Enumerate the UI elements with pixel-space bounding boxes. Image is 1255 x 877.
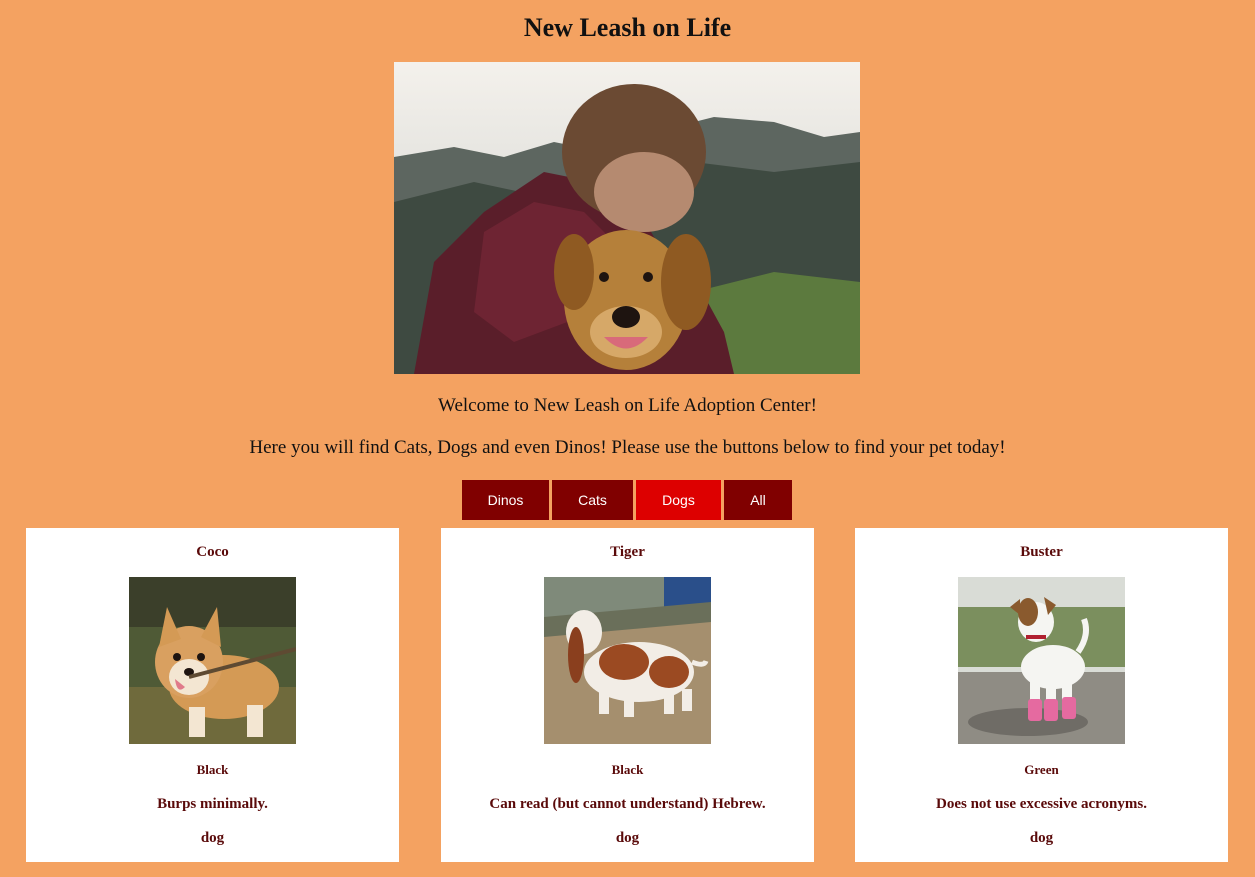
filter-all-button[interactable]: All <box>724 480 792 520</box>
pet-photo <box>958 577 1125 744</box>
pet-type: dog <box>200 830 225 846</box>
filter-dinos-button[interactable]: Dinos <box>462 480 549 520</box>
pet-photo <box>129 577 296 744</box>
pet-card[interactable]: Coco Black Burps minimally. dog <box>26 528 399 862</box>
hero-image <box>394 62 860 374</box>
pet-color: Black <box>196 762 229 777</box>
pet-name: Coco <box>196 544 229 560</box>
filter-cats-button[interactable]: Cats <box>552 480 633 520</box>
page-title: New Leash on Life <box>523 13 732 42</box>
filter-dogs-button[interactable]: Dogs <box>636 480 721 520</box>
filter-bar: Dinos Cats Dogs All <box>462 480 792 520</box>
welcome-text: Welcome to New Leash on Life Adoption Ce… <box>438 395 817 416</box>
pet-type: dog <box>615 830 640 846</box>
pet-description: Can read (but cannot understand) Hebrew. <box>489 796 766 812</box>
pet-description: Burps minimally. <box>157 796 268 812</box>
pet-name: Buster <box>1020 544 1063 560</box>
pet-card-list: Coco Black Burps minimally. dog Tiger Bl… <box>26 528 1228 862</box>
pet-type: dog <box>1029 830 1054 846</box>
pet-color: Black <box>611 762 644 777</box>
pet-card[interactable]: Buster Green Does not use excessive acro… <box>855 528 1228 862</box>
tagline-text: Here you will find Cats, Dogs and even D… <box>249 437 1006 458</box>
pet-name: Tiger <box>610 544 645 560</box>
pet-description: Does not use excessive acronyms. <box>936 796 1147 812</box>
pet-photo <box>544 577 711 744</box>
pet-color: Green <box>1024 762 1059 777</box>
pet-card[interactable]: Tiger Black Can read (but cannot underst… <box>441 528 814 862</box>
